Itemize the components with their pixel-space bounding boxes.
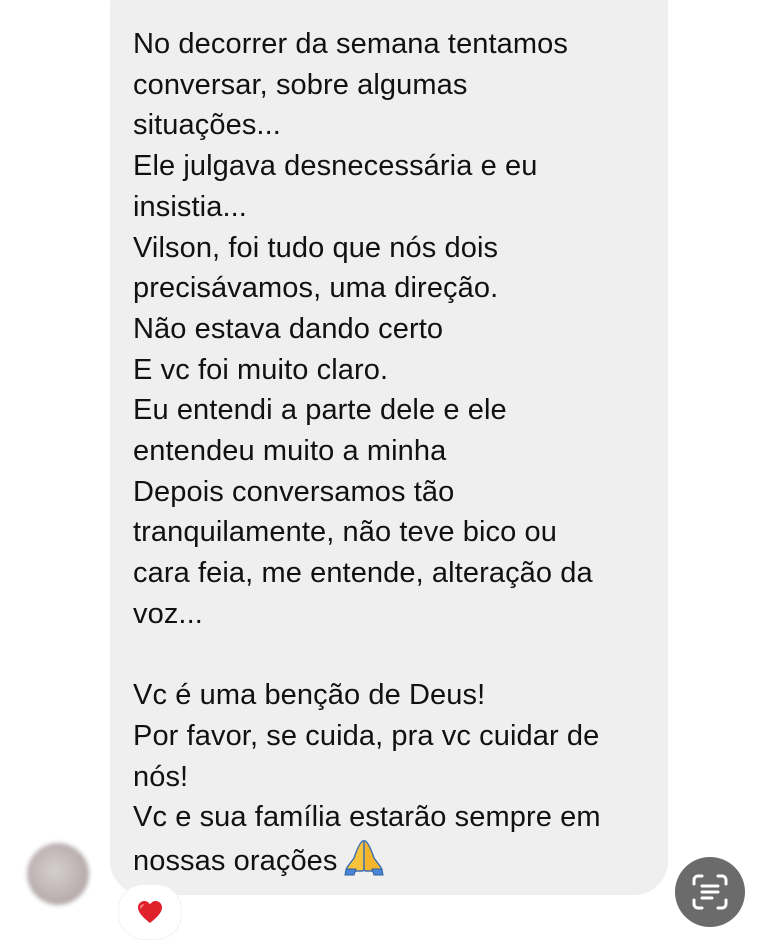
- praying-hands-icon: [343, 840, 384, 876]
- message-text: No decorrer da semana tentamos conversar…: [133, 24, 661, 882]
- message-line: Eu entendi a parte dele e ele: [133, 394, 507, 427]
- message-line: Por favor, se cuida, pra vc cuidar de: [133, 719, 600, 752]
- reaction-badge[interactable]: [119, 885, 181, 939]
- text-scan-button[interactable]: [675, 857, 745, 927]
- message-line: [133, 635, 661, 676]
- message-line: entendeu muito a minha: [133, 435, 447, 468]
- message-line: nós!: [133, 760, 189, 793]
- message-line-last: nossas orações: [133, 838, 661, 882]
- heart-icon: [138, 901, 162, 923]
- message-line: E vc foi muito claro.: [133, 353, 389, 386]
- avatar[interactable]: [27, 843, 89, 905]
- message-line: Vilson, foi tudo que nós dois: [133, 231, 499, 264]
- message-line: situações...: [133, 109, 281, 142]
- message-line: tranquilamente, não teve bico ou: [133, 516, 557, 549]
- message-line: conversar, sobre algumas: [133, 68, 468, 101]
- message-line: Não estava dando certo: [133, 312, 444, 345]
- message-line: No decorrer da semana tentamos: [133, 28, 568, 60]
- message-line: precisávamos, uma direção.: [133, 272, 499, 305]
- message-line: Ele julgava desnecessária e eu: [133, 150, 538, 183]
- message-line: Vc é uma benção de Deus!: [133, 679, 486, 712]
- text-scan-icon: [692, 874, 728, 910]
- message-line: Depois conversamos tão: [133, 475, 455, 508]
- message-line: voz...: [133, 597, 203, 630]
- message-line-text: nossas orações: [133, 845, 338, 878]
- message-line: cara feia, me entende, alteração da: [133, 557, 593, 590]
- message-line: insistia...: [133, 190, 247, 223]
- message-line: Vc e sua família estarão sempre em: [133, 801, 601, 834]
